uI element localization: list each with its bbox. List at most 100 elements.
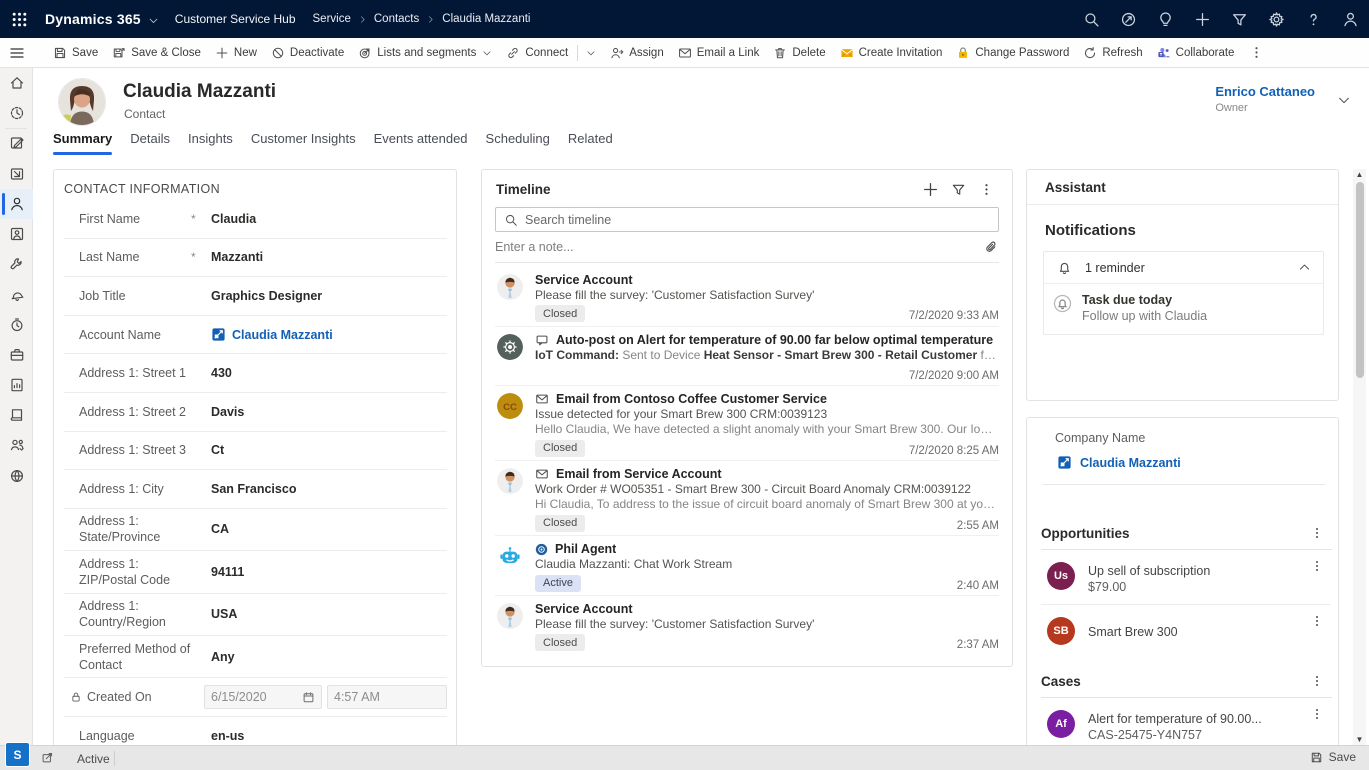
section-more-icon[interactable]	[1304, 523, 1330, 543]
note-placeholder[interactable]: Enter a note...	[495, 240, 984, 254]
new-button[interactable]: New	[208, 38, 264, 68]
sidebar-item-teams-members[interactable]	[0, 430, 33, 460]
sidebar-item-queues[interactable]	[0, 279, 33, 309]
chevron-down-icon[interactable]	[482, 48, 492, 58]
tab-insights[interactable]: Insights	[188, 131, 233, 155]
field-address-1-street-1[interactable]: Address 1: Street 1430	[64, 354, 447, 393]
vertical-scrollbar[interactable]: ▲ ▼	[1353, 169, 1366, 745]
save-close-button[interactable]: Save & Close	[105, 38, 208, 68]
reminder-item[interactable]: Task due today Follow up with Claudia	[1044, 284, 1323, 334]
item-line[interactable]: Up sell of subscription	[1088, 563, 1330, 579]
tab-details[interactable]: Details	[130, 131, 170, 155]
company-name-value[interactable]: Claudia Mazzanti	[1080, 456, 1181, 470]
opportunitie-item[interactable]: UsUp sell of subscription$79.00	[1041, 550, 1330, 605]
delete-button[interactable]: Delete	[766, 38, 832, 68]
account-lookup-link[interactable]: Claudia Mazzanti	[211, 327, 333, 342]
lists-and-segments-button[interactable]: Lists and segments	[351, 38, 499, 68]
brand-chevron-down-icon[interactable]	[148, 15, 159, 26]
company-name-link[interactable]: Claudia Mazzanti	[1027, 445, 1338, 470]
sidebar-item-insights[interactable]	[0, 310, 33, 340]
field-preferred-method-of-contact[interactable]: Preferred Method of ContactAny	[64, 636, 447, 678]
presence-badge[interactable]: S	[6, 743, 29, 766]
timeline-entry-title[interactable]: Phil Agent	[555, 541, 616, 557]
create-invitation-button[interactable]: Create Invitation	[833, 38, 950, 68]
tab-related[interactable]: Related	[568, 131, 613, 155]
item-line[interactable]: Smart Brew 300	[1088, 624, 1178, 640]
collaborate-button[interactable]: Collaborate	[1150, 38, 1242, 68]
field-last-name[interactable]: Last Name*Mazzanti	[64, 239, 447, 278]
scroll-down-arrow-icon[interactable]: ▼	[1353, 734, 1366, 745]
field-value[interactable]: 430	[211, 366, 232, 380]
section-more-icon[interactable]	[1304, 671, 1330, 691]
breadcrumb-item-claudia-mazzanti[interactable]: Claudia Mazzanti	[442, 13, 530, 25]
field-address-1-street-3[interactable]: Address 1: Street 3Ct	[64, 432, 447, 471]
tab-scheduling[interactable]: Scheduling	[486, 131, 550, 155]
statusbar-save-button[interactable]: Save	[1310, 750, 1356, 764]
field-address-1-country-region[interactable]: Address 1: Country/RegionUSA	[64, 594, 447, 636]
timeline-more-icon[interactable]	[972, 178, 1000, 200]
sidebar-item-settings[interactable]	[0, 460, 33, 490]
sidebar-item-contacts[interactable]	[0, 189, 33, 219]
filter-icon[interactable]	[1221, 0, 1258, 38]
item-more-icon[interactable]	[1306, 704, 1328, 724]
sidebar-item-knowledge[interactable]	[0, 400, 33, 430]
change-password-button[interactable]: Change Password	[949, 38, 1076, 68]
timeline-filter-icon[interactable]	[944, 178, 972, 200]
field-address-1-zip-postal-code[interactable]: Address 1: ZIP/Postal Code94111	[64, 551, 447, 593]
timeline-entry[interactable]: CCEmail from Contoso Coffee Customer Ser…	[495, 386, 999, 461]
field-value[interactable]: Claudia Mazzanti	[232, 328, 333, 342]
timeline-entry[interactable]: Service AccountPlease fill the survey: '…	[495, 267, 999, 327]
sidebar-item-articles[interactable]	[0, 370, 33, 400]
timeline-add-icon[interactable]	[916, 178, 944, 200]
chevron-down-icon[interactable]	[586, 48, 596, 58]
field-language[interactable]: Languageen-us	[64, 717, 447, 745]
sidebar-item-social-profiles[interactable]	[0, 219, 33, 249]
date-input[interactable]: 6/15/2020	[204, 685, 322, 709]
sitemap-hamburger-icon[interactable]	[0, 38, 34, 68]
item-line[interactable]: Alert for temperature of 90.00...	[1088, 711, 1330, 727]
field-job-title[interactable]: Job TitleGraphics Designer	[64, 277, 447, 316]
lightbulb-icon[interactable]	[1147, 0, 1184, 38]
owner-field[interactable]: Enrico Cattaneo Owner	[1215, 84, 1315, 114]
breadcrumb-item-contacts[interactable]: Contacts	[374, 13, 419, 25]
tab-summary[interactable]: Summary	[53, 131, 112, 155]
sidebar-item-cases[interactable]	[0, 249, 33, 279]
field-value[interactable]: Claudia	[211, 212, 256, 226]
popout-icon[interactable]	[41, 751, 54, 764]
sidebar-item-home[interactable]	[0, 68, 33, 98]
scroll-up-arrow-icon[interactable]: ▲	[1353, 169, 1366, 180]
help-icon[interactable]	[1295, 0, 1332, 38]
field-value[interactable]: Graphics Designer	[211, 289, 322, 303]
timeline-entry-title[interactable]: Auto-post on Alert for temperature of 90…	[556, 332, 993, 348]
field-value[interactable]: San Francisco	[211, 482, 296, 496]
app-name[interactable]: Customer Service Hub	[175, 12, 296, 26]
owner-name-link[interactable]: Enrico Cattaneo	[1215, 84, 1315, 99]
field-value[interactable]: 94111	[211, 565, 244, 579]
timeline-search-box[interactable]	[495, 207, 999, 232]
tab-events-attended[interactable]: Events attended	[374, 131, 468, 155]
calendar-icon[interactable]	[302, 691, 315, 704]
item-more-icon[interactable]	[1306, 611, 1328, 631]
sidebar-item-accounts[interactable]	[0, 340, 33, 370]
save-button[interactable]: Save	[46, 38, 105, 68]
reminder-group-header[interactable]: 1 reminder	[1044, 252, 1323, 284]
field-value[interactable]: USA	[211, 607, 237, 621]
timeline-note-row[interactable]: Enter a note...	[495, 232, 999, 263]
connect-button[interactable]: Connect	[499, 38, 603, 68]
timeline-entry[interactable]: Phil AgentClaudia Mazzanti: Chat Work St…	[495, 536, 999, 596]
plus-icon[interactable]	[1184, 0, 1221, 38]
timeline-entry[interactable]: Service AccountPlease fill the survey: '…	[495, 596, 999, 655]
header-chevron-down-icon[interactable]	[1337, 93, 1351, 107]
field-first-name[interactable]: First Name*Claudia	[64, 200, 447, 239]
tab-customer-insights[interactable]: Customer Insights	[251, 131, 356, 155]
gear-icon[interactable]	[1258, 0, 1295, 38]
chevron-up-icon[interactable]	[1298, 261, 1311, 274]
time-input[interactable]: 4:57 AM	[327, 685, 447, 709]
field-value[interactable]: Ct	[211, 443, 224, 457]
waffle-menu-icon[interactable]	[0, 0, 38, 38]
relevance-icon[interactable]	[1110, 0, 1147, 38]
command-overflow-button[interactable]	[1243, 38, 1269, 68]
search-icon[interactable]	[1073, 0, 1110, 38]
field-address-1-city[interactable]: Address 1: CitySan Francisco	[64, 470, 447, 509]
refresh-button[interactable]: Refresh	[1076, 38, 1149, 68]
